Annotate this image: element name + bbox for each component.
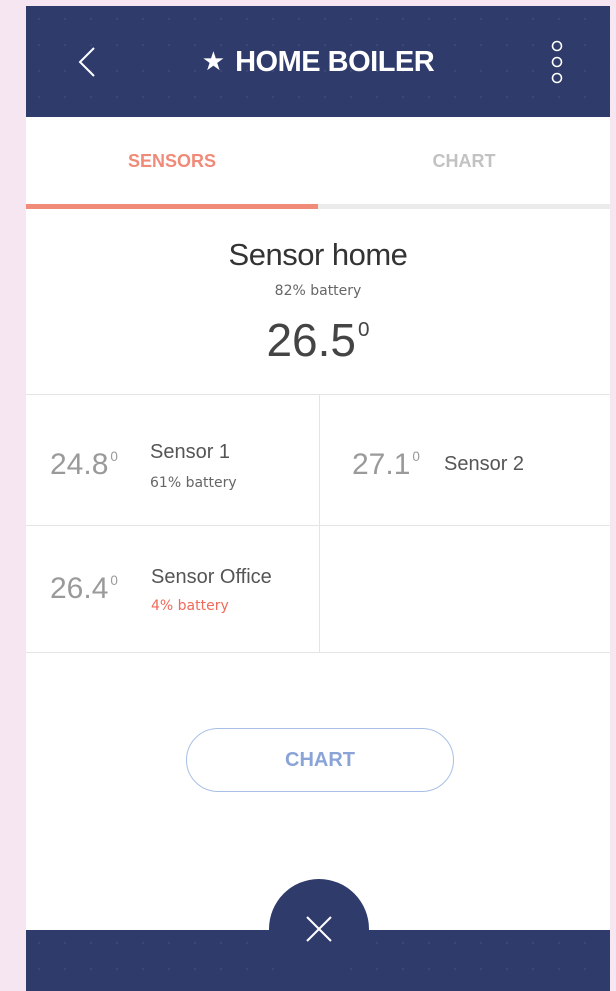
degree-symbol: 0 xyxy=(358,318,370,342)
chart-button[interactable]: CHART xyxy=(186,728,454,792)
sensor-temp-value: 27.1 xyxy=(352,448,411,481)
more-vertical-icon xyxy=(551,40,563,84)
sensor-tile-1[interactable]: 24.8 0 Sensor 1 61% battery xyxy=(26,395,319,525)
sensor-name: Sensor Office xyxy=(151,566,272,588)
sensor-tile-2[interactable]: 27.1 0 Sensor 2 xyxy=(320,395,610,525)
page-title: ★ HOME BOILER xyxy=(26,42,610,82)
chevron-left-icon xyxy=(78,47,95,77)
sensor-temperature: 27.1 0 xyxy=(352,448,420,482)
more-options-button[interactable] xyxy=(542,38,572,86)
sensor-temp-value: 26.4 xyxy=(50,572,109,605)
sensor-battery-low: 4% battery xyxy=(151,598,229,614)
main-sensor-card: Sensor home 82% battery 26.50 xyxy=(26,209,610,395)
sensor-battery: 61% battery xyxy=(150,475,237,491)
header-bar: ★ HOME BOILER xyxy=(26,6,610,117)
sensor-temp-value: 24.8 xyxy=(50,448,109,481)
sensor-name: Sensor 1 xyxy=(150,441,231,463)
degree-symbol: 0 xyxy=(412,449,420,465)
sensor-temperature: 24.8 0 xyxy=(50,448,118,482)
close-button[interactable] xyxy=(269,879,369,979)
main-sensor-temp-value: 26.5 xyxy=(266,314,356,366)
tab-bar: SENSORS CHART xyxy=(26,117,610,209)
degree-symbol: 0 xyxy=(110,573,118,589)
main-sensor-name: Sensor home xyxy=(228,237,408,272)
sensor-name: Sensor 2 xyxy=(444,453,525,475)
star-icon: ★ xyxy=(201,47,226,77)
tab-chart[interactable]: CHART xyxy=(318,117,610,205)
tab-sensors[interactable]: SENSORS xyxy=(26,117,318,205)
degree-symbol: 0 xyxy=(110,449,118,465)
close-icon xyxy=(306,916,332,942)
back-button[interactable] xyxy=(70,42,106,82)
app-screen: ★ HOME BOILER SENSORS CHART Sensor home … xyxy=(26,6,610,991)
sensor-tile-3[interactable]: 26.4 0 Sensor Office 4% battery xyxy=(26,526,319,656)
main-sensor-battery: 82% battery xyxy=(274,283,362,299)
main-sensor-temperature: 26.50 xyxy=(26,313,610,367)
page-title-text: HOME BOILER xyxy=(235,45,435,78)
sensor-temperature: 26.4 0 xyxy=(50,572,118,606)
